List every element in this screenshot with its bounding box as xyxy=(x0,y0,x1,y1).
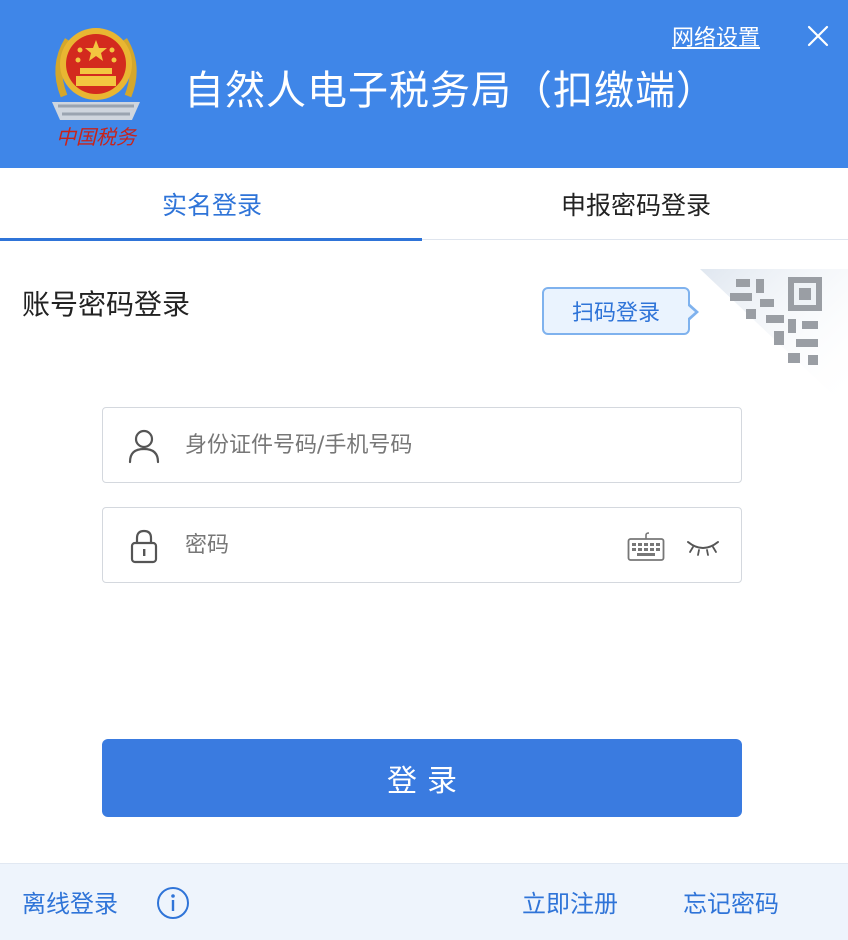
section-title: 账号密码登录 xyxy=(22,288,191,321)
app-title: 自然人电子税务局（扣缴端） xyxy=(184,68,717,114)
eye-closed-icon[interactable] xyxy=(685,534,721,558)
password-input[interactable] xyxy=(185,522,605,568)
footer: 离线登录 立即注册 忘记密码 xyxy=(0,863,848,940)
keyboard-icon[interactable] xyxy=(627,532,665,562)
qr-login-tip-label: 扫码登录 xyxy=(571,301,660,326)
lock-icon xyxy=(130,529,158,564)
user-icon xyxy=(128,429,160,464)
password-field xyxy=(102,507,742,583)
login-tabs: 实名登录 申报密码登录 xyxy=(0,168,848,241)
login-panel: 账号密码登录 扫码登录 身份证件号码/手机号码 登录 xyxy=(0,241,848,863)
tax-emblem-logo: 中国税务 xyxy=(52,28,140,149)
emblem-caption: 中国税务 xyxy=(56,125,138,149)
network-settings-link[interactable]: 网络设置 xyxy=(672,20,760,52)
username-field xyxy=(102,407,742,483)
offline-login-link[interactable]: 离线登录 xyxy=(22,884,118,919)
forgot-password-link[interactable]: 忘记密码 xyxy=(683,884,779,919)
username-input[interactable] xyxy=(185,422,605,468)
title-bar: 中国税务 自然人电子税务局（扣缴端） 网络设置 xyxy=(0,0,848,168)
register-link[interactable]: 立即注册 xyxy=(522,884,618,919)
qr-code-icon[interactable] xyxy=(700,269,848,409)
login-button[interactable]: 登录 xyxy=(102,739,742,817)
info-icon[interactable] xyxy=(156,886,190,920)
tab-realname-login[interactable]: 实名登录 xyxy=(0,168,424,241)
tab-declaration-password-login[interactable]: 申报密码登录 xyxy=(424,168,848,240)
close-icon[interactable] xyxy=(800,18,836,54)
qr-login-tip[interactable]: 扫码登录 xyxy=(542,287,699,335)
